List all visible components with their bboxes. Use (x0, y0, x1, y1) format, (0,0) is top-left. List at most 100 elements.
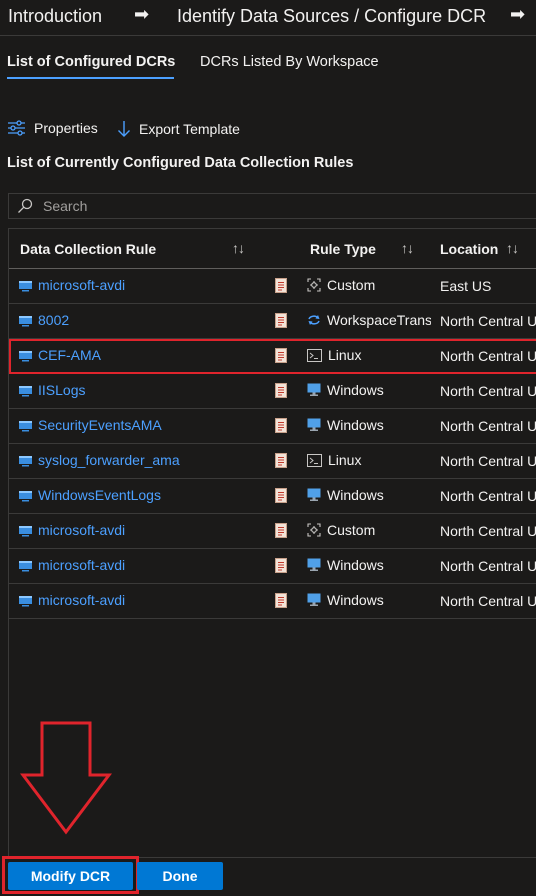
column-header-location[interactable]: Location (440, 241, 498, 257)
arrow-right-icon: ➡ (510, 4, 526, 24)
table-header: Data Collection Rule ↑↓ Rule Type ↑↓ Loc… (9, 229, 536, 269)
table-row[interactable]: 8002 WorkspaceTransforms North Central US (9, 304, 536, 339)
dcr-icon (19, 489, 32, 502)
terminal-icon (307, 348, 322, 362)
location-cell: North Central US (440, 418, 536, 434)
document-icon[interactable] (275, 313, 287, 331)
rule-name: 8002 (38, 312, 70, 328)
document-icon[interactable] (275, 488, 287, 506)
table-row[interactable]: microsoft-avdi Custom East US (9, 269, 536, 304)
dcr-icon (19, 314, 32, 327)
table-row[interactable]: microsoft-avdi Custom North Central US (9, 514, 536, 549)
dcr-icon (19, 349, 32, 362)
rule-type-cell: Linux (307, 452, 431, 468)
table-row[interactable]: IISLogs Windows North Central US (9, 374, 536, 409)
rule-type-cell: Windows (307, 382, 431, 398)
document-icon[interactable] (275, 453, 287, 471)
rule-type: WorkspaceTransforms (327, 312, 431, 328)
rule-name: microsoft-avdi (38, 592, 126, 608)
document-icon[interactable] (275, 348, 287, 366)
rule-link[interactable]: CEF-AMA (19, 347, 101, 363)
rule-link[interactable]: IISLogs (19, 382, 85, 398)
location-cell: North Central US (440, 383, 536, 399)
rule-link[interactable]: microsoft-avdi (19, 277, 125, 293)
custom-icon (307, 278, 321, 292)
column-header-type[interactable]: Rule Type (310, 241, 376, 257)
export-template-button[interactable]: Export Template (117, 120, 240, 138)
search-input[interactable] (41, 197, 341, 215)
export-template-label: Export Template (139, 121, 240, 137)
document-icon[interactable] (275, 278, 287, 296)
document-icon[interactable] (275, 593, 287, 611)
rule-type-cell: Windows (307, 417, 431, 433)
column-header-rule[interactable]: Data Collection Rule (20, 241, 156, 257)
monitor-icon (307, 558, 321, 572)
table-row[interactable]: SecurityEventsAMA Windows North Central US (9, 409, 536, 444)
rule-name: microsoft-avdi (38, 522, 126, 538)
wizard-step-configure-dcr[interactable]: Identify Data Sources / Configure DCR (177, 6, 486, 27)
table-row[interactable]: syslog_forwarder_ama Linux North Central U… (9, 444, 536, 479)
rule-link[interactable]: WindowsEventLogs (19, 487, 161, 503)
dcr-icon (19, 594, 32, 607)
rule-name: WindowsEventLogs (38, 487, 161, 503)
location-cell: North Central US (440, 313, 536, 329)
document-icon[interactable] (275, 523, 287, 541)
document-icon[interactable] (275, 558, 287, 576)
wizard-step-introduction[interactable]: Introduction (8, 6, 102, 27)
rule-name: microsoft-avdi (38, 277, 126, 293)
rule-name: CEF-AMA (38, 347, 101, 363)
dcr-icon (19, 279, 32, 292)
footer: Modify DCR Done (0, 856, 536, 896)
location-cell: North Central US (440, 453, 536, 469)
table-row[interactable]: microsoft-avdi Windows North Central US (9, 549, 536, 584)
table-row[interactable]: microsoft-avdi Windows North Central US (9, 584, 536, 619)
dcr-icon (19, 524, 32, 537)
rule-type: Windows (327, 487, 384, 503)
rule-type: Custom (327, 277, 376, 293)
location-cell: North Central US (440, 593, 536, 609)
modify-dcr-button[interactable]: Modify DCR (8, 862, 133, 890)
properties-button[interactable]: Properties (7, 120, 98, 136)
rule-type-cell: Windows (307, 592, 431, 608)
rule-link[interactable]: microsoft-avdi (19, 557, 125, 573)
sort-icon[interactable]: ↑↓ (232, 240, 245, 256)
rule-type-cell: Linux (307, 347, 431, 363)
sort-icon[interactable]: ↑↓ (506, 240, 519, 256)
dcr-icon (19, 559, 32, 572)
dcr-icon (19, 419, 32, 432)
document-icon[interactable] (275, 383, 287, 401)
search-box (8, 193, 536, 219)
done-button[interactable]: Done (137, 862, 223, 890)
document-icon[interactable] (275, 418, 287, 436)
dcr-icon (19, 384, 32, 397)
annotation-down-arrow-icon (19, 721, 113, 835)
tab-configured-dcrs[interactable]: List of Configured DCRs (7, 54, 175, 70)
rule-link[interactable]: microsoft-avdi (19, 522, 125, 538)
download-arrow-icon (118, 121, 130, 137)
table-row[interactable]: CEF-AMA Linux North Central US (9, 339, 536, 374)
location-cell: North Central US (440, 488, 536, 504)
rule-name: syslog_forwarder_ama (38, 452, 180, 468)
active-tab-indicator (7, 77, 174, 79)
transform-icon (307, 313, 321, 327)
location-cell: North Central US (440, 348, 536, 364)
rule-link[interactable]: SecurityEventsAMA (19, 417, 162, 433)
rule-link[interactable]: 8002 (19, 312, 69, 328)
section-title: List of Currently Configured Data Collec… (7, 155, 354, 171)
sliders-icon (8, 120, 25, 136)
rule-link[interactable]: microsoft-avdi (19, 592, 125, 608)
custom-icon (307, 523, 321, 537)
properties-label: Properties (34, 120, 98, 136)
rule-link[interactable]: syslog_forwarder_ama (19, 452, 180, 468)
rule-type-cell: Windows (307, 557, 431, 573)
rule-type-cell: Windows (307, 487, 431, 503)
tab-dcrs-by-workspace[interactable]: DCRs Listed By Workspace (200, 54, 379, 70)
rule-name: microsoft-avdi (38, 557, 126, 573)
rule-type: Windows (327, 382, 384, 398)
sort-icon[interactable]: ↑↓ (401, 240, 414, 256)
rule-type-cell: WorkspaceTransforms (307, 312, 431, 328)
table-row[interactable]: WindowsEventLogs Windows North Central US (9, 479, 536, 514)
arrow-right-icon: ➡ (134, 4, 150, 24)
dcr-icon (19, 454, 32, 467)
rule-type: Windows (327, 592, 384, 608)
